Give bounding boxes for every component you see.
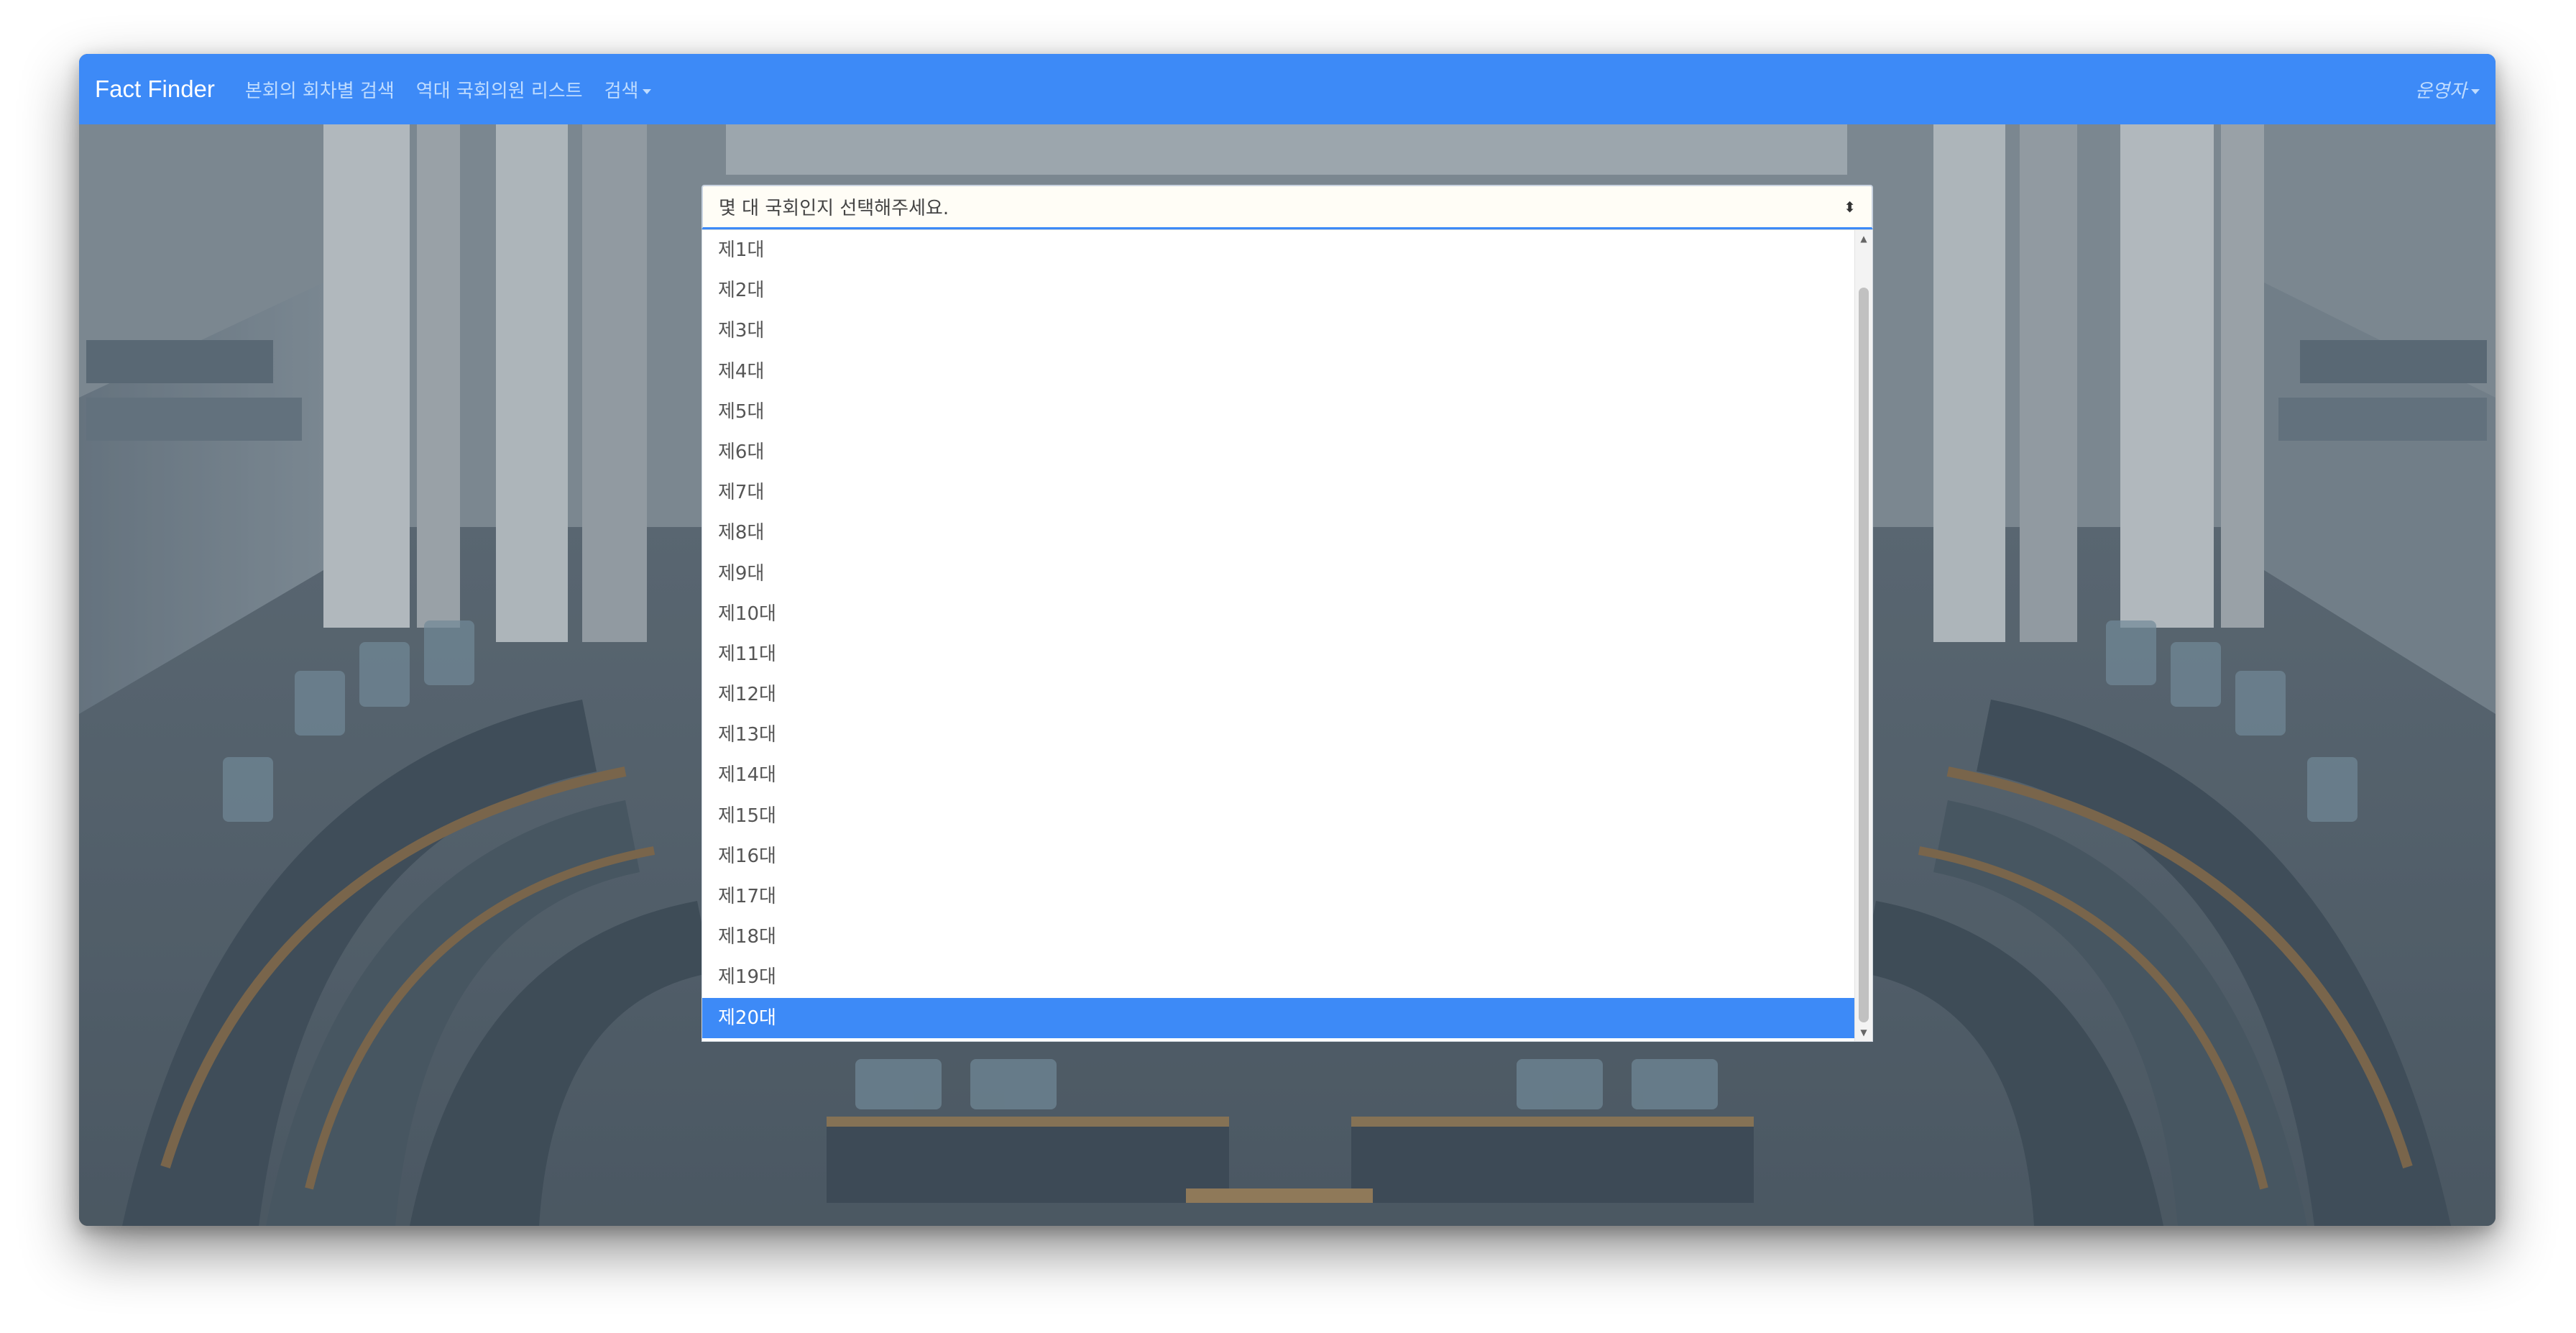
nav-link-session-search[interactable]: 본회의 회차별 검색 [245, 76, 395, 103]
scroll-down-arrow-icon[interactable]: ▼ [1855, 1024, 1872, 1041]
option-term-5[interactable]: 제5대 [702, 392, 1857, 432]
browser-window: Fact Finder 본회의 회차별 검색 역대 국회의원 리스트 검색 운영… [79, 54, 2496, 1226]
scrollbar-thumb[interactable] [1859, 288, 1869, 1022]
option-term-11[interactable]: 제11대 [702, 634, 1857, 674]
top-navbar: Fact Finder 본회의 회차별 검색 역대 국회의원 리스트 검색 운영… [79, 54, 2496, 124]
scroll-up-arrow-icon[interactable]: ▲ [1855, 230, 1872, 247]
caret-down-icon [643, 88, 652, 94]
option-term-10[interactable]: 제10대 [702, 594, 1857, 634]
nav-dropdown-search-label: 검색 [604, 80, 639, 102]
user-menu-label: 운영자 [2415, 80, 2467, 102]
option-term-17[interactable]: 제17대 [702, 876, 1857, 917]
assembly-term-dropdown-list[interactable]: 제1대 제2대 제3대 제4대 제5대 제6대 제7대 제8대 제9대 제10대… [702, 229, 1873, 1042]
dropdown-scrollbar[interactable]: ▲ ▼ [1854, 230, 1872, 1041]
option-term-18[interactable]: 제18대 [702, 917, 1857, 957]
option-term-6[interactable]: 제6대 [702, 432, 1857, 472]
option-term-2[interactable]: 제2대 [702, 270, 1857, 311]
option-term-19[interactable]: 제19대 [702, 957, 1857, 997]
user-menu-dropdown[interactable]: 운영자 [2415, 76, 2480, 103]
option-term-8[interactable]: 제8대 [702, 513, 1857, 553]
option-term-4[interactable]: 제4대 [702, 352, 1857, 392]
nav-link-member-list[interactable]: 역대 국회의원 리스트 [416, 76, 583, 103]
option-term-16[interactable]: 제16대 [702, 836, 1857, 876]
assembly-term-select[interactable]: 몇 대 국회인지 선택해주세요. ⬍ [702, 185, 1873, 229]
select-placeholder: 몇 대 국회인지 선택해주세요. [719, 198, 949, 219]
option-term-9[interactable]: 제9대 [702, 554, 1857, 594]
option-term-15[interactable]: 제15대 [702, 796, 1857, 836]
option-term-7[interactable]: 제7대 [702, 472, 1857, 513]
brand-logo[interactable]: Fact Finder [95, 75, 215, 103]
option-term-1[interactable]: 제1대 [702, 230, 1857, 270]
option-term-13[interactable]: 제13대 [702, 715, 1857, 755]
nav-dropdown-search[interactable]: 검색 [604, 76, 652, 103]
select-updown-arrows-icon: ⬍ [1844, 198, 1856, 216]
caret-down-icon [2471, 88, 2480, 94]
option-term-20-highlighted[interactable]: 제20대 [702, 997, 1857, 1038]
option-term-14[interactable]: 제14대 [702, 755, 1857, 795]
option-list: 제1대 제2대 제3대 제4대 제5대 제6대 제7대 제8대 제9대 제10대… [702, 230, 1872, 1038]
option-term-12[interactable]: 제12대 [702, 674, 1857, 715]
option-term-3[interactable]: 제3대 [702, 311, 1857, 351]
